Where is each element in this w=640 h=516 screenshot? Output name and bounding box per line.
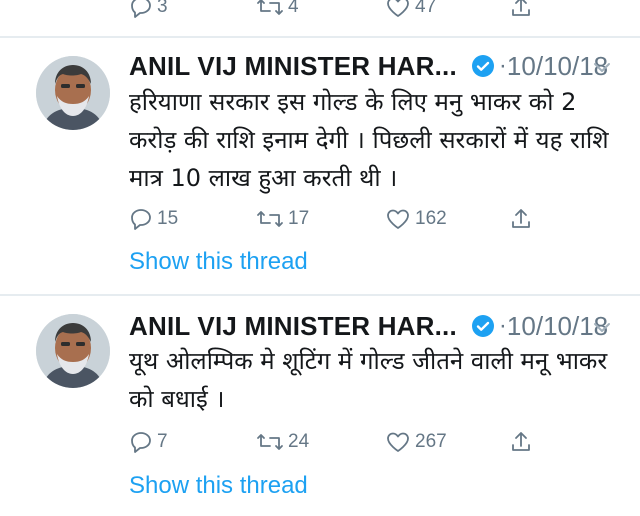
- show-thread-link[interactable]: Show this thread: [129, 248, 308, 276]
- retweet-action[interactable]: 24: [256, 427, 309, 457]
- share-action[interactable]: [509, 0, 533, 22]
- tweet-text: यूथ ओलम्पिक मे शूटिंग में गोल्ड जीतने वा…: [129, 347, 608, 413]
- tweet[interactable]: ANIL VIJ MINISTER HAR... · 10/10/18 यूथ …: [0, 296, 640, 516]
- avatar[interactable]: [36, 56, 110, 130]
- author-name[interactable]: ANIL VIJ MINISTER HAR...: [129, 311, 457, 342]
- reply-count: 15: [157, 208, 179, 229]
- heart-icon: [387, 209, 409, 229]
- heart-icon: [387, 0, 409, 17]
- retweet-action[interactable]: 17: [256, 204, 309, 234]
- retweet-action[interactable]: 4: [256, 0, 299, 22]
- retweet-count: 17: [288, 208, 310, 229]
- like-action[interactable]: 267: [385, 427, 447, 457]
- retweet-count: 4: [288, 0, 299, 17]
- reply-count: 3: [157, 0, 168, 17]
- verified-badge-icon: [471, 315, 494, 337]
- like-count: 47: [415, 0, 437, 17]
- reply-action[interactable]: 7: [129, 427, 168, 457]
- heart-icon: [387, 432, 409, 452]
- share-icon: [512, 432, 530, 451]
- share-icon: [512, 209, 530, 228]
- tweet-actions: 15 17 162: [129, 204, 549, 234]
- chevron-down-icon[interactable]: [592, 60, 612, 74]
- share-action[interactable]: [509, 204, 533, 234]
- reply-action[interactable]: 3: [129, 0, 168, 22]
- separator-dot: ·: [498, 312, 507, 339]
- tweet-actions: 7 24 267: [129, 427, 549, 457]
- reply-action[interactable]: 15: [129, 204, 178, 234]
- like-count: 162: [415, 208, 447, 229]
- tweet-header: ANIL VIJ MINISTER HAR... · 10/10/18: [129, 50, 608, 82]
- share-icon: [512, 0, 530, 16]
- retweet-count: 24: [288, 431, 310, 452]
- verified-badge-icon: [471, 55, 494, 77]
- tweet[interactable]: ANIL VIJ MINISTER HAR... · 10/10/18 हरिय…: [0, 38, 640, 294]
- previous-tweet-actions: 3 4 47: [0, 0, 640, 36]
- reply-icon: [131, 209, 151, 230]
- avatar[interactable]: [36, 314, 110, 388]
- retweet-icon: [257, 0, 283, 15]
- show-thread-link[interactable]: Show this thread: [129, 472, 308, 500]
- reply-icon: [131, 432, 151, 453]
- retweet-icon: [257, 434, 283, 450]
- like-count: 267: [415, 431, 447, 452]
- tweet-text: हरियाणा सरकार इस गोल्ड के लिए मनु भाकर क…: [129, 88, 609, 192]
- tweet-header: ANIL VIJ MINISTER HAR... · 10/10/18: [129, 310, 608, 342]
- like-action[interactable]: 162: [385, 204, 447, 234]
- share-action[interactable]: [509, 427, 533, 457]
- reply-icon: [131, 0, 151, 18]
- author-name[interactable]: ANIL VIJ MINISTER HAR...: [129, 51, 457, 82]
- separator-dot: ·: [498, 52, 507, 79]
- like-action[interactable]: 47: [385, 0, 436, 22]
- reply-count: 7: [157, 431, 168, 452]
- chevron-down-icon[interactable]: [592, 320, 612, 334]
- retweet-icon: [257, 211, 283, 227]
